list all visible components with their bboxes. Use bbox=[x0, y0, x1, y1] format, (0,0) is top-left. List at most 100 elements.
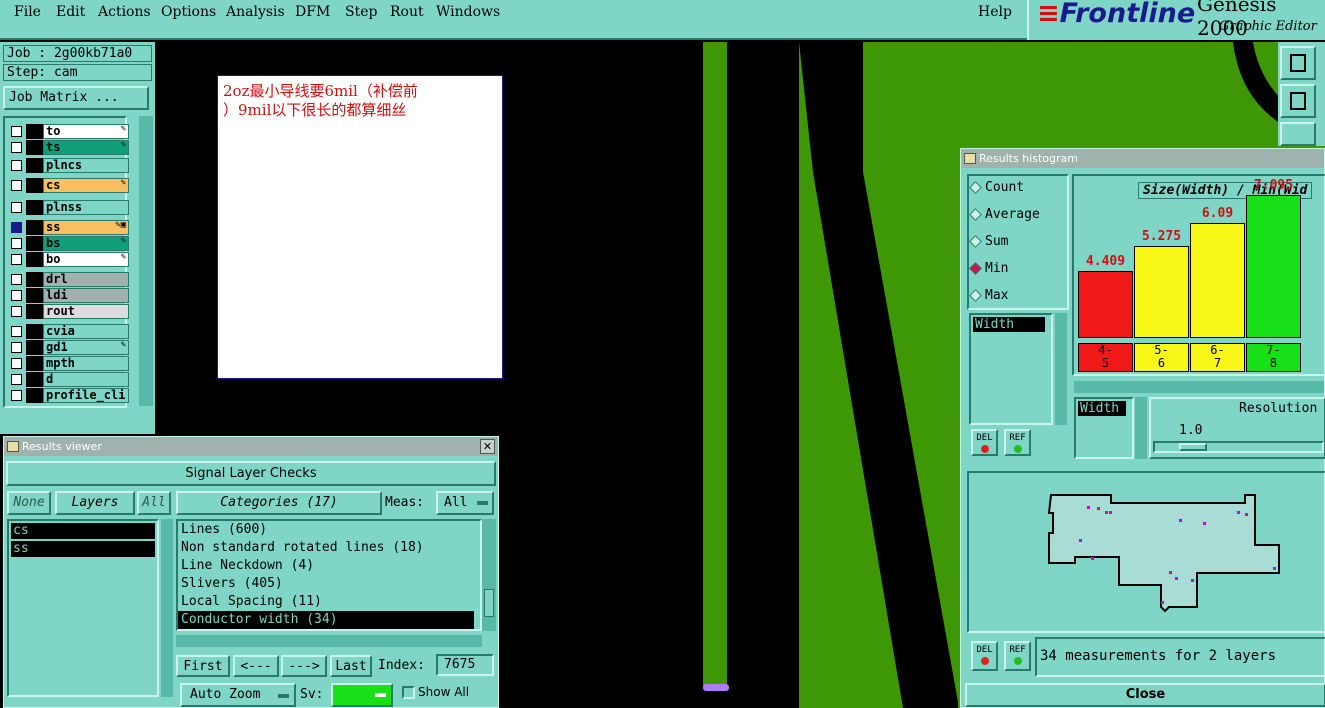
layer-checkbox[interactable] bbox=[11, 254, 22, 265]
attribute-scrollbar[interactable] bbox=[1055, 313, 1067, 425]
toolbar-icon[interactable] bbox=[1280, 84, 1316, 118]
mode-radio-sum[interactable]: Sum bbox=[969, 234, 1008, 249]
layer-row-d[interactable]: d bbox=[9, 372, 129, 387]
layer-row-cvia[interactable]: cvia bbox=[9, 324, 129, 339]
close-button[interactable]: Close bbox=[965, 683, 1325, 707]
del-button-2[interactable]: DEL bbox=[971, 641, 998, 671]
menu-analysis[interactable]: Analysis bbox=[226, 4, 285, 20]
layer-checkbox[interactable] bbox=[11, 342, 22, 353]
layer-color-swatch bbox=[26, 178, 43, 193]
menu-edit[interactable]: Edit bbox=[56, 4, 85, 20]
ref-button[interactable]: REF bbox=[1004, 429, 1031, 456]
layer-row-plnss[interactable]: plnss bbox=[9, 200, 129, 215]
next-button[interactable]: ---> bbox=[281, 655, 327, 677]
layer-checkbox[interactable] bbox=[11, 180, 22, 191]
layer-row-profile_cli[interactable]: profile_cli bbox=[9, 388, 129, 403]
layer-checkbox[interactable] bbox=[11, 306, 22, 317]
layer-row-mpth[interactable]: mpth bbox=[9, 356, 129, 371]
menu-options[interactable]: Options bbox=[161, 4, 216, 20]
histogram-bar[interactable] bbox=[1134, 246, 1189, 338]
layer-row-plncs[interactable]: plncs bbox=[9, 158, 129, 173]
layer-checkbox[interactable] bbox=[11, 142, 22, 153]
layer-row-drl[interactable]: drl bbox=[9, 272, 129, 287]
category-item[interactable]: Non standard rotated lines (18) bbox=[178, 539, 474, 557]
menu-step[interactable]: Step bbox=[345, 4, 377, 20]
mode-radio-max[interactable]: Max bbox=[969, 288, 1008, 303]
menu-help[interactable]: Help bbox=[978, 4, 1012, 20]
layer-list-scrollbar[interactable] bbox=[139, 116, 153, 406]
layers-scrollbar[interactable] bbox=[161, 519, 173, 697]
layer-checkbox[interactable] bbox=[11, 274, 22, 285]
histogram-bar[interactable] bbox=[1246, 195, 1301, 338]
close-icon[interactable]: ✕ bbox=[480, 439, 495, 454]
job-matrix-button[interactable]: Job Matrix ... bbox=[3, 86, 149, 110]
result-layer-item[interactable]: cs bbox=[11, 523, 155, 539]
resolution-slider[interactable] bbox=[1153, 441, 1324, 453]
mode-radio-count[interactable]: Count bbox=[969, 180, 1024, 195]
menu-file[interactable]: File bbox=[14, 4, 41, 20]
attribute-width[interactable]: Width bbox=[973, 317, 1045, 332]
bar-category-label: 6- 7 bbox=[1190, 343, 1245, 372]
prev-button[interactable]: <--- bbox=[233, 655, 279, 677]
layer-checkbox[interactable] bbox=[11, 202, 22, 213]
sv-color-dropdown[interactable] bbox=[331, 683, 393, 707]
histogram-bar[interactable] bbox=[1078, 270, 1133, 338]
layer-row-to[interactable]: to ✎ bbox=[9, 124, 129, 139]
layer-name: cs bbox=[43, 178, 129, 193]
layer-row-ts[interactable]: ts ✎ bbox=[9, 140, 129, 155]
result-layer-item[interactable]: ss bbox=[11, 541, 155, 557]
layers-button[interactable]: Layers bbox=[55, 491, 135, 515]
category-item[interactable]: Conductor width (34) bbox=[178, 611, 474, 629]
first-button[interactable]: First bbox=[176, 655, 230, 677]
menu-rout[interactable]: Rout bbox=[390, 4, 424, 20]
category-item[interactable]: Lines (600) bbox=[178, 521, 474, 539]
menu-dfm[interactable]: DFM bbox=[295, 4, 330, 20]
mode-radio-min[interactable]: Min bbox=[969, 261, 1008, 276]
layer-checkbox[interactable] bbox=[11, 374, 22, 385]
attribute2-width[interactable]: Width bbox=[1078, 401, 1126, 416]
mode-radio-average[interactable]: Average bbox=[969, 207, 1040, 222]
none-button[interactable]: None bbox=[7, 491, 51, 515]
ref-button-2[interactable]: REF bbox=[1004, 641, 1031, 671]
menu-actions[interactable]: Actions bbox=[98, 4, 151, 20]
layers-list: cs ss bbox=[7, 519, 159, 697]
toolbar-icon[interactable] bbox=[1280, 122, 1316, 146]
layer-checkbox[interactable] bbox=[11, 222, 22, 233]
auto-zoom-dropdown[interactable]: Auto Zoom bbox=[180, 683, 296, 707]
categories-button[interactable]: Categories (17) bbox=[176, 491, 382, 515]
layer-row-rout[interactable]: rout bbox=[9, 304, 129, 319]
layer-name: ldi bbox=[43, 288, 129, 303]
meas-dropdown[interactable]: All bbox=[436, 491, 494, 515]
layer-row-bs[interactable]: bs ✎ bbox=[9, 236, 129, 251]
chart-hscrollbar[interactable] bbox=[1074, 381, 1324, 393]
layer-row-ss[interactable]: ss ✎▣ bbox=[9, 220, 129, 235]
category-item[interactable]: Local Spacing (11) bbox=[178, 593, 474, 611]
all-button[interactable]: All bbox=[137, 491, 171, 515]
layer-checkbox[interactable] bbox=[11, 238, 22, 249]
resolution-slider-handle[interactable] bbox=[1179, 443, 1207, 451]
del-button[interactable]: DEL bbox=[971, 429, 998, 456]
show-all-checkbox[interactable] bbox=[402, 686, 415, 699]
layer-checkbox[interactable] bbox=[11, 326, 22, 337]
attribute2-scrollbar[interactable] bbox=[1135, 397, 1147, 459]
layer-row-cs[interactable]: cs ✎ bbox=[9, 178, 129, 193]
categories-scrollbar[interactable] bbox=[482, 519, 496, 631]
toolbar-icon[interactable] bbox=[1280, 46, 1316, 80]
last-button[interactable]: Last bbox=[330, 655, 372, 677]
layer-checkbox[interactable] bbox=[11, 358, 22, 369]
results-histogram-titlebar: Results histogram bbox=[961, 149, 1324, 168]
layer-checkbox[interactable] bbox=[11, 290, 22, 301]
menu-windows[interactable]: Windows bbox=[436, 4, 500, 20]
layer-checkbox[interactable] bbox=[11, 390, 22, 401]
category-item[interactable]: Slivers (405) bbox=[178, 575, 474, 593]
layer-checkbox[interactable] bbox=[11, 126, 22, 137]
layer-checkbox[interactable] bbox=[11, 160, 22, 171]
layer-row-bo[interactable]: bo ✎ bbox=[9, 252, 129, 267]
histogram-bar[interactable] bbox=[1190, 223, 1245, 338]
index-input[interactable]: 7675 bbox=[436, 654, 494, 676]
category-item[interactable]: Line Neckdown (4) bbox=[178, 557, 474, 575]
layer-row-gd1[interactable]: gd1 ✎ bbox=[9, 340, 129, 355]
layer-row-ldi[interactable]: ldi bbox=[9, 288, 129, 303]
categories-hscrollbar[interactable] bbox=[176, 635, 482, 647]
radio-icon bbox=[969, 181, 982, 194]
